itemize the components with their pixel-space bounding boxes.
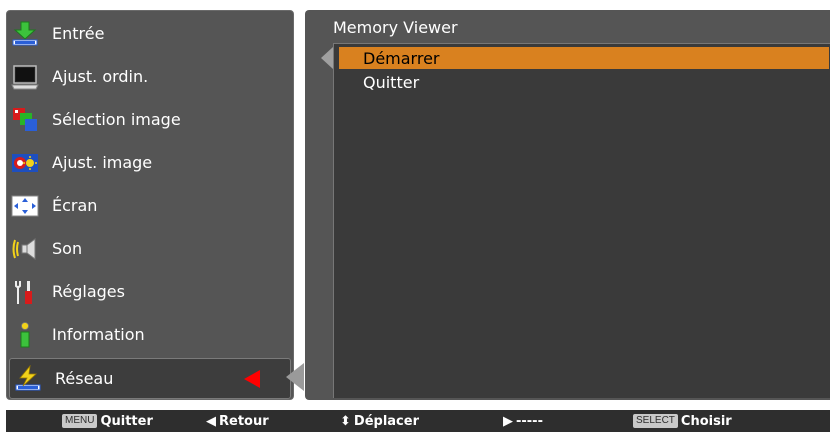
submenu-item-quitter[interactable]: Quitter [339,71,419,93]
hint-bar: MENU Quitter ◀ Retour ⬍ Déplacer ▶ -----… [6,410,830,432]
menu-item-ajust-image[interactable]: Ajust. image [7,142,293,183]
submenu-item-label: Quitter [363,72,420,92]
menu-item-label: Entrée [52,24,105,43]
hint-forward: ▶ ----- [503,413,543,429]
submenu-list: Démarrer Quitter [333,43,830,398]
hint-move: ⬍ Déplacer [340,413,419,429]
menu-item-information[interactable]: Information [7,314,293,355]
hint-label: Déplacer [353,413,419,429]
menu-item-label: Sélection image [52,110,181,129]
menu-item-entree[interactable]: Entrée [7,13,293,54]
settings-icon [10,277,40,307]
submenu-item-label: Démarrer [363,48,440,68]
input-icon [10,19,40,49]
menu-item-label: Écran [52,196,98,215]
select-key-badge: SELECT [633,414,678,428]
left-arrow-icon: ◀ [206,413,216,429]
menu-item-selection-image[interactable]: Sélection image [7,99,293,140]
menu-item-ajust-ordin[interactable]: Ajust. ordin. [7,56,293,97]
screen-icon [10,191,40,221]
hint-label: ----- [516,413,543,429]
menu-item-label: Information [52,325,145,344]
menu-item-label: Réglages [52,282,125,301]
menu-key-badge: MENU [62,414,98,428]
hint-label: Retour [219,413,269,429]
submenu-panel: Memory Viewer Démarrer Quitter [305,10,830,400]
submenu-pointer-icon [321,47,333,69]
main-menu-panel: Entrée Ajust. ordin. Sélection image Aju… [6,10,294,400]
menu-item-reseau[interactable]: Réseau [9,358,291,399]
hint-select: SELECT Choisir [633,413,732,429]
sound-icon [10,234,40,264]
hint-label: Quitter [100,413,153,429]
submenu-title: Memory Viewer [333,18,458,37]
menu-item-ecran[interactable]: Écran [7,185,293,226]
image-select-icon [10,105,40,135]
computer-icon [10,62,40,92]
menu-item-label: Ajust. image [52,153,153,172]
selection-indicator-icon [244,369,260,388]
up-down-arrow-icon: ⬍ [340,413,351,429]
submenu-item-demarrer[interactable]: Démarrer [339,47,829,69]
menu-item-reglages[interactable]: Réglages [7,271,293,312]
hint-menu-quit: MENU Quitter [62,413,153,429]
projector-osd: Entrée Ajust. ordin. Sélection image Aju… [0,0,830,432]
network-icon [13,364,43,394]
menu-item-label: Réseau [55,369,114,388]
menu-item-son[interactable]: Son [7,228,293,269]
menu-item-label: Son [52,239,83,258]
hint-back: ◀ Retour [206,413,269,429]
submenu-connector [286,363,304,391]
image-adjust-icon [10,148,40,178]
menu-item-label: Ajust. ordin. [52,67,149,86]
right-arrow-icon: ▶ [503,413,513,429]
information-icon [10,320,40,350]
hint-label: Choisir [680,413,732,429]
